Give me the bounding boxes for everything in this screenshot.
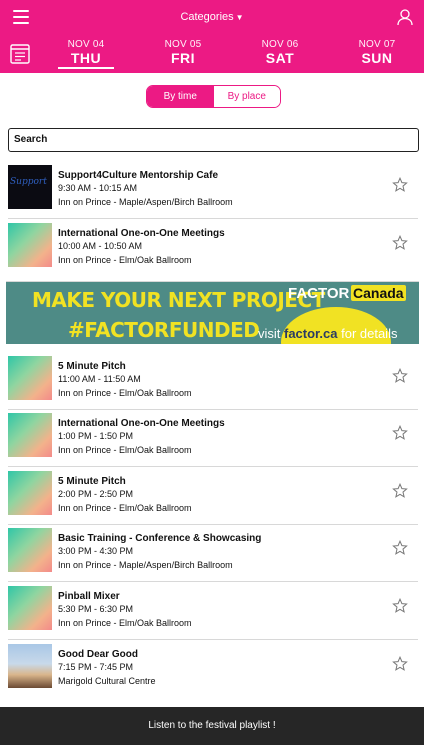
factor-logo: FACTOR bbox=[288, 285, 350, 302]
day-weekday: THU bbox=[70, 50, 102, 66]
day-month: NOV 04 bbox=[67, 39, 105, 50]
row-divider bbox=[8, 581, 418, 582]
favorite-star-icon[interactable] bbox=[392, 656, 408, 672]
event-title: Basic Training - Conference & Showcasing bbox=[58, 533, 262, 544]
favorite-star-icon[interactable] bbox=[392, 177, 408, 193]
support4culture-logo: Support bbox=[10, 177, 47, 187]
view-mode-toggle: By time By place bbox=[146, 85, 281, 108]
event-place: Inn on Prince - Elm/Oak Ballroom bbox=[58, 445, 192, 455]
active-day-underline bbox=[58, 67, 114, 69]
day-month: NOV 06 bbox=[261, 39, 299, 50]
event-title: Pinball Mixer bbox=[58, 591, 120, 602]
event-place: Inn on Prince - Elm/Oak Ballroom bbox=[58, 618, 192, 628]
visit-prefix: visit bbox=[258, 326, 284, 341]
day-weekday: SUN bbox=[361, 50, 393, 66]
event-place: Inn on Prince - Maple/Aspen/Birch Ballro… bbox=[58, 197, 233, 207]
row-divider bbox=[8, 466, 418, 467]
day-weekday: SAT bbox=[265, 50, 295, 66]
event-row[interactable]: International One-on-One Meetings 1:00 P… bbox=[0, 410, 424, 467]
day-selector: NOV 04 THU NOV 05 FRI NOV 06 SAT NOV 07 … bbox=[0, 36, 424, 73]
event-title: 5 Minute Pitch bbox=[58, 476, 126, 487]
banner-hashtag: #FACTORFUNDED bbox=[68, 318, 260, 342]
event-thumbnail bbox=[8, 413, 52, 457]
calendar-list-icon[interactable] bbox=[10, 43, 30, 65]
event-thumbnail-photo bbox=[8, 644, 52, 688]
by-place-button[interactable]: By place bbox=[213, 86, 280, 107]
visit-site: factor.ca bbox=[284, 326, 338, 341]
favorite-star-icon[interactable] bbox=[392, 483, 408, 499]
event-thumbnail bbox=[8, 223, 52, 267]
categories-dropdown[interactable]: Categories ▼ bbox=[0, 11, 424, 23]
top-app-bar: Categories ▼ bbox=[0, 0, 424, 36]
event-time: 9:30 AM - 10:15 AM bbox=[58, 183, 138, 193]
favorite-star-icon[interactable] bbox=[392, 368, 408, 384]
favorite-star-icon[interactable] bbox=[392, 235, 408, 251]
event-time: 5:30 PM - 6:30 PM bbox=[58, 604, 134, 614]
day-month: NOV 05 bbox=[164, 39, 202, 50]
schedule-screen: Categories ▼ NOV 04 THU NOV 05 FRI NOV 06… bbox=[0, 0, 424, 745]
playlist-bar[interactable]: Listen to the festival playlist ! bbox=[0, 707, 424, 745]
banner-visit-text: visit factor.ca for details bbox=[258, 326, 397, 341]
event-thumbnail bbox=[8, 586, 52, 630]
canada-wordmark: Canada bbox=[351, 285, 406, 301]
event-place: Inn on Prince - Elm/Oak Ballroom bbox=[58, 503, 192, 513]
day-tab-thu[interactable]: NOV 04 THU bbox=[56, 39, 116, 69]
event-time: 11:00 AM - 11:50 AM bbox=[58, 374, 141, 384]
event-thumbnail bbox=[8, 528, 52, 572]
favorite-star-icon[interactable] bbox=[392, 540, 408, 556]
banner-headline: MAKE YOUR NEXT PROJECT bbox=[32, 288, 325, 312]
event-title: Good Dear Good bbox=[58, 649, 138, 660]
event-thumbnail: Support bbox=[8, 165, 52, 209]
event-thumbnail bbox=[8, 471, 52, 515]
event-time: 3:00 PM - 4:30 PM bbox=[58, 546, 134, 556]
event-time: 1:00 PM - 1:50 PM bbox=[58, 431, 134, 441]
day-tab-sat[interactable]: NOV 06 SAT bbox=[250, 39, 310, 66]
categories-label: Categories bbox=[180, 11, 234, 23]
event-row[interactable]: 5 Minute Pitch 2:00 PM - 2:50 PM Inn on … bbox=[0, 468, 424, 525]
event-row[interactable]: Support Support4Culture Mentorship Cafe … bbox=[0, 162, 424, 219]
event-place: Marigold Cultural Centre bbox=[58, 676, 156, 686]
chevron-down-icon: ▼ bbox=[235, 13, 244, 22]
event-title: International One-on-One Meetings bbox=[58, 228, 225, 239]
by-time-button[interactable]: By time bbox=[147, 86, 214, 107]
event-row[interactable]: International One-on-One Meetings 10:00 … bbox=[0, 220, 424, 277]
event-time: 7:15 PM - 7:45 PM bbox=[58, 662, 134, 672]
factor-ad-banner[interactable]: MAKE YOUR NEXT PROJECT #FACTORFUNDED FAC… bbox=[6, 281, 419, 344]
event-time: 2:00 PM - 2:50 PM bbox=[58, 489, 134, 499]
event-place: Inn on Prince - Elm/Oak Ballroom bbox=[58, 388, 192, 398]
user-profile-icon[interactable] bbox=[396, 8, 414, 26]
event-time: 10:00 AM - 10:50 AM bbox=[58, 241, 143, 251]
event-thumbnail bbox=[8, 356, 52, 400]
event-row[interactable]: Basic Training - Conference & Showcasing… bbox=[0, 525, 424, 582]
day-month: NOV 07 bbox=[358, 39, 396, 50]
row-divider bbox=[8, 218, 418, 219]
event-row[interactable]: Pinball Mixer 5:30 PM - 6:30 PM Inn on P… bbox=[0, 583, 424, 640]
row-divider bbox=[8, 639, 418, 640]
event-title: 5 Minute Pitch bbox=[58, 361, 126, 372]
day-weekday: FRI bbox=[170, 50, 196, 66]
event-place: Inn on Prince - Elm/Oak Ballroom bbox=[58, 255, 192, 265]
favorite-star-icon[interactable] bbox=[392, 425, 408, 441]
day-tab-fri[interactable]: NOV 05 FRI bbox=[153, 39, 213, 66]
event-row[interactable]: 5 Minute Pitch 11:00 AM - 11:50 AM Inn o… bbox=[0, 353, 424, 410]
event-row[interactable]: Good Dear Good 7:15 PM - 7:45 PM Marigol… bbox=[0, 641, 424, 698]
event-place: Inn on Prince - Maple/Aspen/Birch Ballro… bbox=[58, 560, 233, 570]
event-title: Support4Culture Mentorship Cafe bbox=[58, 170, 219, 181]
search-input[interactable]: Search bbox=[8, 128, 419, 152]
favorite-star-icon[interactable] bbox=[392, 598, 408, 614]
visit-suffix: for details bbox=[337, 326, 398, 341]
event-title: International One-on-One Meetings bbox=[58, 418, 225, 429]
day-tab-sun[interactable]: NOV 07 SUN bbox=[347, 39, 407, 66]
